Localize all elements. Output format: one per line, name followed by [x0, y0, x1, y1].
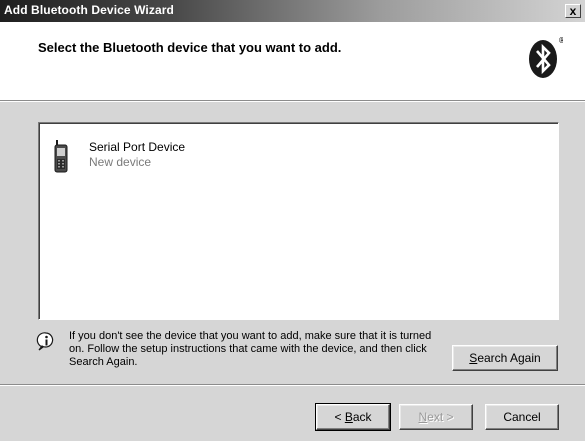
window-title: Add Bluetooth Device Wizard — [4, 3, 174, 17]
title-bar[interactable]: Add Bluetooth Device Wizard x — [0, 0, 585, 22]
header-divider — [0, 100, 585, 102]
bluetooth-logo-icon: ® — [529, 36, 563, 78]
search-again-button[interactable]: Search Again — [452, 345, 558, 371]
info-message: If you don't see the device that you wan… — [69, 330, 432, 368]
device-name: Serial Port Device — [89, 140, 186, 154]
device-status: New device — [89, 155, 152, 169]
close-icon: x — [569, 4, 577, 18]
back-button[interactable]: < Back — [315, 403, 391, 431]
phone-device-icon — [54, 140, 68, 173]
footer-divider — [0, 384, 585, 386]
registered-mark: ® — [558, 36, 563, 45]
page-title: Select the Bluetooth device that you wan… — [38, 40, 342, 55]
wizard-header: Select the Bluetooth device that you wan… — [0, 22, 585, 100]
close-button[interactable]: x — [565, 4, 581, 18]
list-item[interactable]: Serial Port Device New device — [53, 137, 253, 177]
device-list[interactable]: Serial Port Device New device — [38, 122, 559, 320]
wizard-window: Add Bluetooth Device Wizard x Select the… — [0, 0, 585, 441]
next-button[interactable]: Next > — [399, 404, 473, 430]
info-icon — [36, 332, 54, 351]
cancel-button[interactable]: Cancel — [485, 404, 559, 430]
